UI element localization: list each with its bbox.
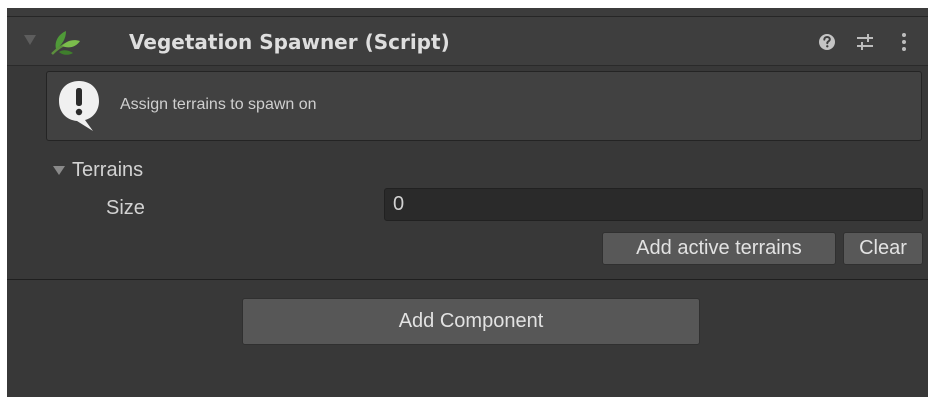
leaf-icon	[51, 31, 80, 55]
warning-helpbox: Assign terrains to spawn on	[46, 71, 922, 141]
add-component-button[interactable]: Add Component	[242, 298, 700, 345]
kebab-menu-icon[interactable]	[897, 31, 911, 53]
terrains-foldout[interactable]: Terrains	[53, 158, 253, 182]
clear-button[interactable]: Clear	[843, 232, 923, 265]
terrains-foldout-arrow-icon[interactable]	[53, 166, 65, 175]
foldout-arrow-icon[interactable]	[24, 35, 36, 45]
inspector-top-strip	[7, 8, 928, 17]
component-title: Vegetation Spawner (Script)	[129, 30, 450, 54]
warning-icon	[59, 81, 99, 131]
component-header[interactable]: Vegetation Spawner (Script)	[7, 17, 928, 66]
size-label: Size	[106, 197, 145, 219]
preset-icon[interactable]	[854, 31, 876, 53]
add-active-terrains-button[interactable]: Add active terrains	[602, 232, 836, 265]
section-divider	[7, 279, 928, 280]
help-icon[interactable]	[816, 31, 838, 53]
size-input[interactable]: 0	[384, 188, 923, 221]
terrains-label: Terrains	[72, 159, 144, 181]
inspector-panel: Vegetation Spawner (Script) Assign terra…	[7, 8, 928, 397]
helpbox-message: Assign terrains to spawn on	[120, 96, 317, 113]
